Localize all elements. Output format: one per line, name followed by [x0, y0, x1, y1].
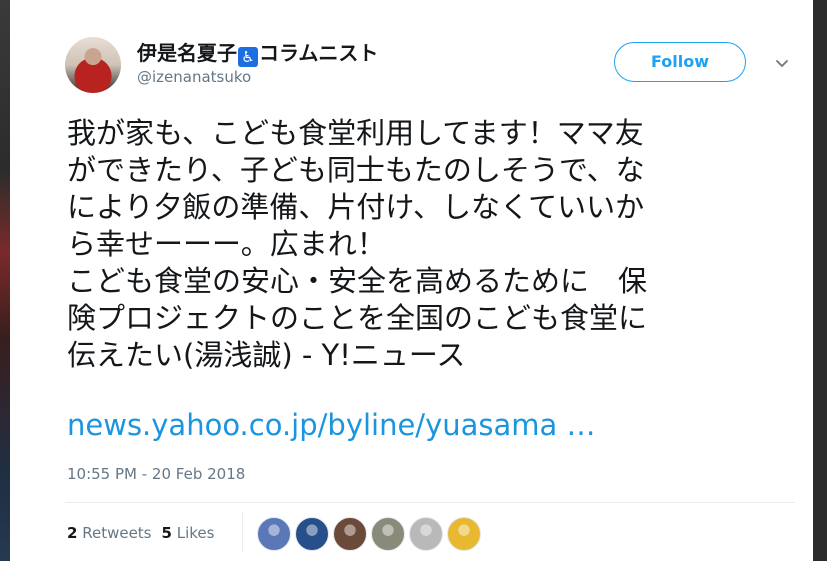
- stats-divider: [242, 512, 243, 552]
- follow-button[interactable]: Follow: [614, 42, 746, 82]
- liker-avatar[interactable]: [371, 517, 405, 551]
- retweets-count: 2: [67, 524, 78, 542]
- chevron-down-icon[interactable]: [774, 55, 790, 71]
- author-name-prefix: 伊是名夏子: [137, 41, 237, 65]
- liker-avatars: [257, 517, 485, 551]
- background-edge-right: [813, 0, 827, 561]
- tweet-card: 伊是名夏子 ♿ コラムニスト @izenanatsuko Follow 我が家も、こ…: [10, 0, 813, 561]
- likes-count: 5: [161, 524, 172, 542]
- tweet-text-line: 険プロジェクトのことを全国のこども食堂に: [67, 301, 648, 335]
- liker-avatar[interactable]: [295, 517, 329, 551]
- tweet-stats: 2 Retweets 5 Likes: [67, 524, 214, 542]
- liker-avatar[interactable]: [409, 517, 443, 551]
- tweet-text-line: ができたり、子ども同士もたのしそうで、な: [67, 153, 645, 187]
- tweet-text-line: ら幸せーーー。広まれ！: [67, 227, 386, 261]
- likes-stat[interactable]: 5 Likes: [162, 524, 215, 542]
- tweet-text-line: 伝えたい(湯浅誠) - Y!ニュース: [67, 338, 466, 372]
- tweet-link[interactable]: news.yahoo.co.jp/byline/yuasama …: [67, 408, 596, 442]
- liker-avatar[interactable]: [447, 517, 481, 551]
- tweet-text: 我が家も、こども食堂利用してます！ママ友 ができたり、子ども同士もたのしそうで、…: [67, 115, 787, 374]
- retweets-label: Retweets: [82, 524, 152, 542]
- tweet-timestamp[interactable]: 10:55 PM - 20 Feb 2018: [67, 465, 245, 483]
- author-avatar[interactable]: [65, 37, 121, 93]
- likes-label: Likes: [176, 524, 215, 542]
- author-handle[interactable]: @izenanatsuko: [137, 68, 251, 86]
- liker-avatar[interactable]: [257, 517, 291, 551]
- author-name-suffix: コラムニスト: [259, 41, 379, 65]
- retweets-stat[interactable]: 2 Retweets: [67, 524, 152, 542]
- tweet-text-line: 我が家も、こども食堂利用してます！ママ友: [67, 116, 644, 150]
- background-edge-left: [0, 0, 10, 561]
- divider: [65, 502, 795, 503]
- tweet-text-line: こども食堂の安心・安全を高めるために 保: [67, 264, 648, 298]
- tweet-text-line: により夕飯の準備、片付け、しなくていいか: [67, 190, 645, 224]
- wheelchair-icon: ♿: [238, 47, 258, 67]
- author-display-name[interactable]: 伊是名夏子 ♿ コラムニスト: [137, 37, 378, 67]
- liker-avatar[interactable]: [333, 517, 367, 551]
